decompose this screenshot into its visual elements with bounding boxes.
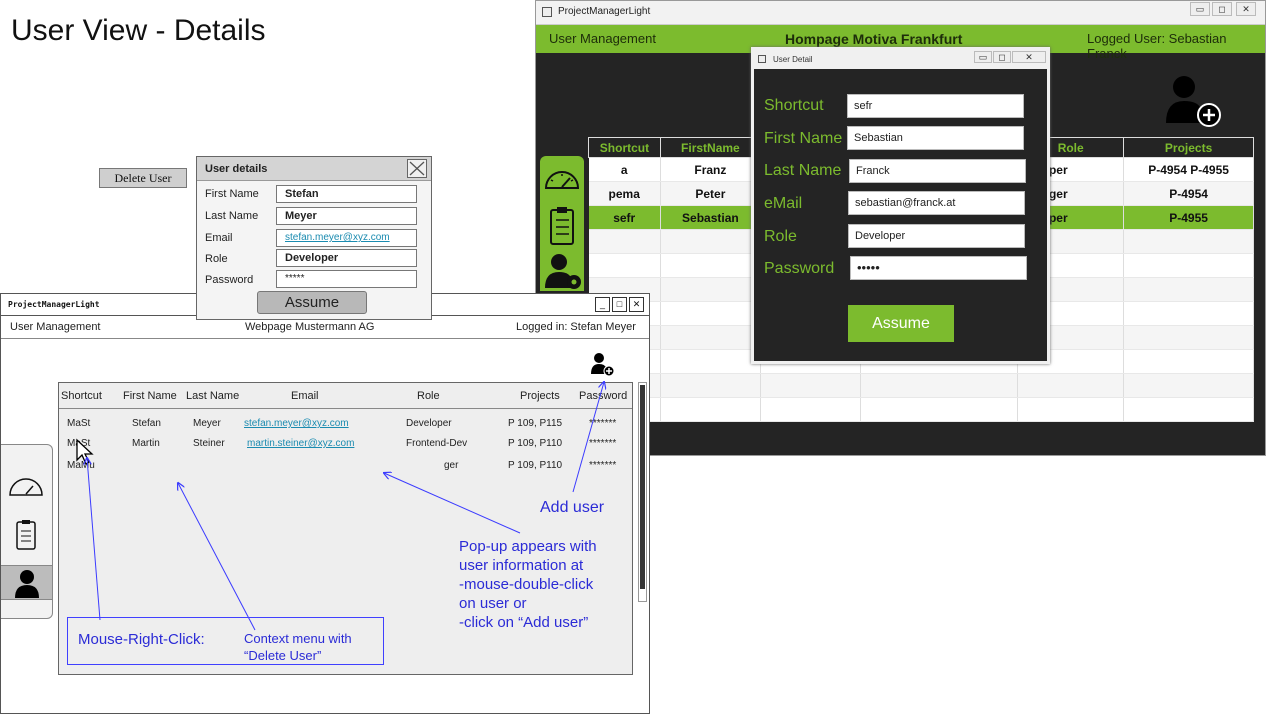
annotation-popup-line: -mouse-double-click [459,576,594,593]
annotation-add-user: Add user [540,499,605,516]
annotation-context-line: “Delete User” [244,648,322,663]
annotation-popup-line: -click on “Add user” [459,614,589,631]
annotation-popup-line: Pop-up appears with [459,538,597,555]
annotation-popup: Pop-up appears with user information at … [459,537,597,632]
annotation-context-menu: Context menu with “Delete User” [244,630,352,664]
annotation-context-line: Context menu with [244,631,352,646]
annotation-arrows [0,0,1266,631]
annotation-popup-line: user information at [459,557,584,574]
annotation-box: Mouse-Right-Click: Context menu with “De… [67,617,384,665]
annotation-right-click: Mouse-Right-Click: [78,631,205,648]
annotation-popup-line: on user or [459,595,527,612]
